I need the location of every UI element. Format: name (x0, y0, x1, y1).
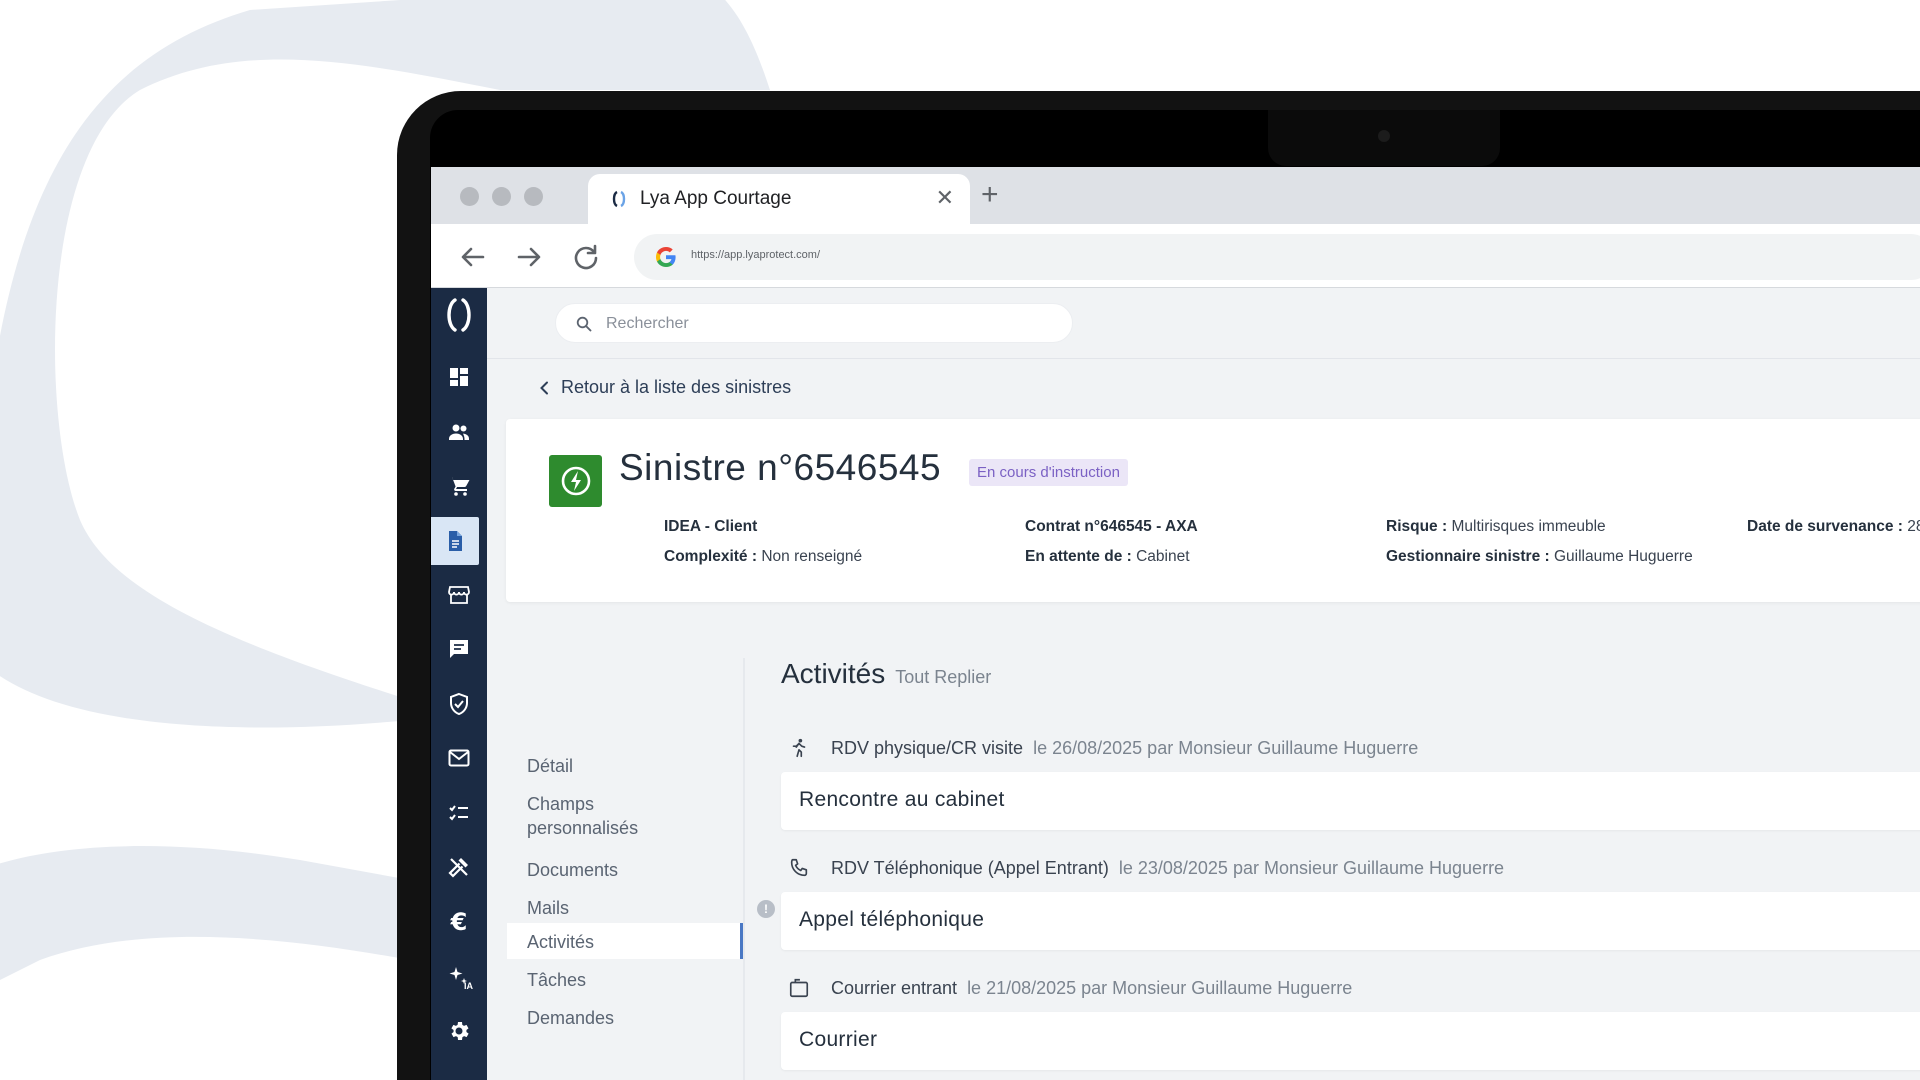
activity-type: RDV Téléphonique (Appel Entrant) (831, 857, 1109, 878)
address-bar[interactable]: https://app.lyaprotect.com/ (634, 234, 1920, 280)
mails-info-icon[interactable]: ! (757, 900, 775, 918)
nav-detail[interactable]: Détail (527, 754, 573, 778)
claim-risk: Risque : Multirisques immeuble (1386, 518, 1606, 535)
activity-card[interactable]: Appel téléphonique (781, 892, 1920, 950)
activity-header[interactable]: RDV physique/CR visite le 26/08/2025 par… (781, 730, 1418, 766)
store-icon[interactable] (431, 571, 487, 619)
claim-title: Sinistre n°6546545 (619, 447, 942, 488)
claim-complexity: Complexité : Non renseigné (664, 548, 863, 565)
activity-header[interactable]: Courrier entrant le 21/08/2025 par Monsi… (781, 970, 1352, 1006)
browser-window: Lya App Courtage ✕ + https://app.lyaprot… (431, 167, 1920, 1080)
nav-requests[interactable]: Demandes (527, 1006, 614, 1030)
reload-icon[interactable] (571, 242, 601, 272)
claim-manager: Gestionnaire sinistre : Guillaume Huguer… (1386, 548, 1693, 565)
nav-mails[interactable]: Mails (527, 896, 569, 920)
activity-meta: le 21/08/2025 par Monsieur Guillaume Hug… (967, 977, 1353, 998)
euro-glyph: € (450, 908, 468, 936)
claim-occurrence-date: Date de survenance : 28/10/20 (1747, 518, 1920, 535)
window-close-dot[interactable] (460, 187, 479, 206)
new-tab-button[interactable]: + (981, 180, 999, 210)
cart-icon[interactable] (431, 462, 487, 510)
activities-heading: Activités Tout Replier (781, 658, 991, 690)
activity-body: Appel téléphonique (799, 908, 985, 931)
lya-logo-icon[interactable] (441, 296, 477, 334)
walking-icon (781, 730, 817, 766)
nav-documents[interactable]: Documents (527, 858, 618, 882)
claim-header-card: Sinistre n°6546545 En cours d'instructio… (506, 419, 1920, 602)
activity-body: Rencontre au cabinet (799, 788, 1005, 811)
activity-meta: le 26/08/2025 par Monsieur Guillaume Hug… (1033, 737, 1419, 758)
ai-label: IA (464, 981, 473, 991)
back-link-label: Retour à la liste des sinistres (561, 377, 792, 397)
search-icon (576, 316, 592, 332)
collapse-all-button[interactable]: Tout Replier (895, 667, 991, 688)
window-minimize-dot[interactable] (492, 187, 511, 206)
search-input[interactable] (606, 313, 1046, 335)
document-icon[interactable] (431, 517, 479, 565)
claim-waiting: En attente de : Cabinet (1025, 548, 1190, 565)
activity-card[interactable]: Rencontre au cabinet (781, 772, 1920, 830)
browser-tab[interactable]: Lya App Courtage ✕ (588, 174, 970, 224)
app-sidebar: € IA (431, 288, 487, 1080)
mail-icon[interactable] (431, 734, 487, 782)
activities-panel: Activités Tout Replier RDV physique/CR v… (781, 658, 1920, 1080)
browser-toolbar: https://app.lyaprotect.com/ (431, 224, 1920, 288)
clients-icon[interactable] (431, 408, 487, 456)
dashboard-icon[interactable] (431, 353, 487, 401)
nav-custom-fields-line1: Champs (527, 794, 595, 814)
forward-arrow-icon[interactable] (514, 242, 544, 272)
gear-icon[interactable] (431, 1007, 487, 1055)
window-zoom-dot[interactable] (524, 187, 543, 206)
nav-custom-fields-line2: personnalisés (527, 818, 639, 838)
tools-icon[interactable] (431, 843, 487, 891)
lya-app: € IA Retour à l (431, 288, 1920, 1080)
claim-contract[interactable]: Contrat n°646545 - AXA (1025, 518, 1198, 536)
nav-tasks[interactable]: Tâches (527, 968, 586, 992)
google-icon (656, 247, 676, 267)
activities-title: Activités (781, 658, 886, 689)
activity-body: Courrier (799, 1028, 878, 1051)
incoming-mail-icon (781, 970, 817, 1006)
back-arrow-icon[interactable] (458, 242, 488, 272)
chat-icon[interactable] (431, 625, 487, 673)
activity-header[interactable]: RDV Téléphonique (Appel Entrant) le 23/0… (781, 850, 1504, 886)
euro-icon[interactable]: € (431, 898, 487, 946)
lya-favicon-icon (612, 190, 626, 208)
claim-client[interactable]: IDEA - Client (664, 518, 757, 536)
phone-icon (781, 850, 817, 886)
shield-icon[interactable] (431, 680, 487, 728)
activity-type: Courrier entrant (831, 977, 958, 998)
url-text: https://app.lyaprotect.com/ (691, 249, 821, 261)
app-topbar (487, 288, 1920, 359)
claim-section-nav: Détail Champs personnalisés Documents Ma… (487, 658, 775, 1080)
claim-type-icon (549, 455, 602, 507)
status-badge: En cours d'instruction (969, 459, 1128, 486)
activity-type: RDV physique/CR visite (831, 737, 1024, 758)
tab-close-icon[interactable]: ✕ (936, 186, 954, 210)
back-to-claims-link[interactable]: Retour à la liste des sinistres (539, 377, 791, 398)
tab-bar: Lya App Courtage ✕ + (431, 167, 1920, 224)
checklist-icon[interactable] (431, 789, 487, 837)
tab-title: Lya App Courtage (640, 188, 792, 209)
nav-activities[interactable]: Activités (527, 930, 594, 954)
activity-card[interactable]: Courrier (781, 1012, 1920, 1070)
activity-meta: le 23/08/2025 par Monsieur Guillaume Hug… (1118, 857, 1505, 878)
camera-icon (1378, 130, 1390, 142)
nav-custom-fields[interactable]: Champs personnalisés (527, 792, 638, 840)
search-bar (555, 303, 1073, 343)
ai-sparkle-icon[interactable]: IA (431, 952, 487, 1000)
chevron-left-icon (540, 381, 548, 394)
